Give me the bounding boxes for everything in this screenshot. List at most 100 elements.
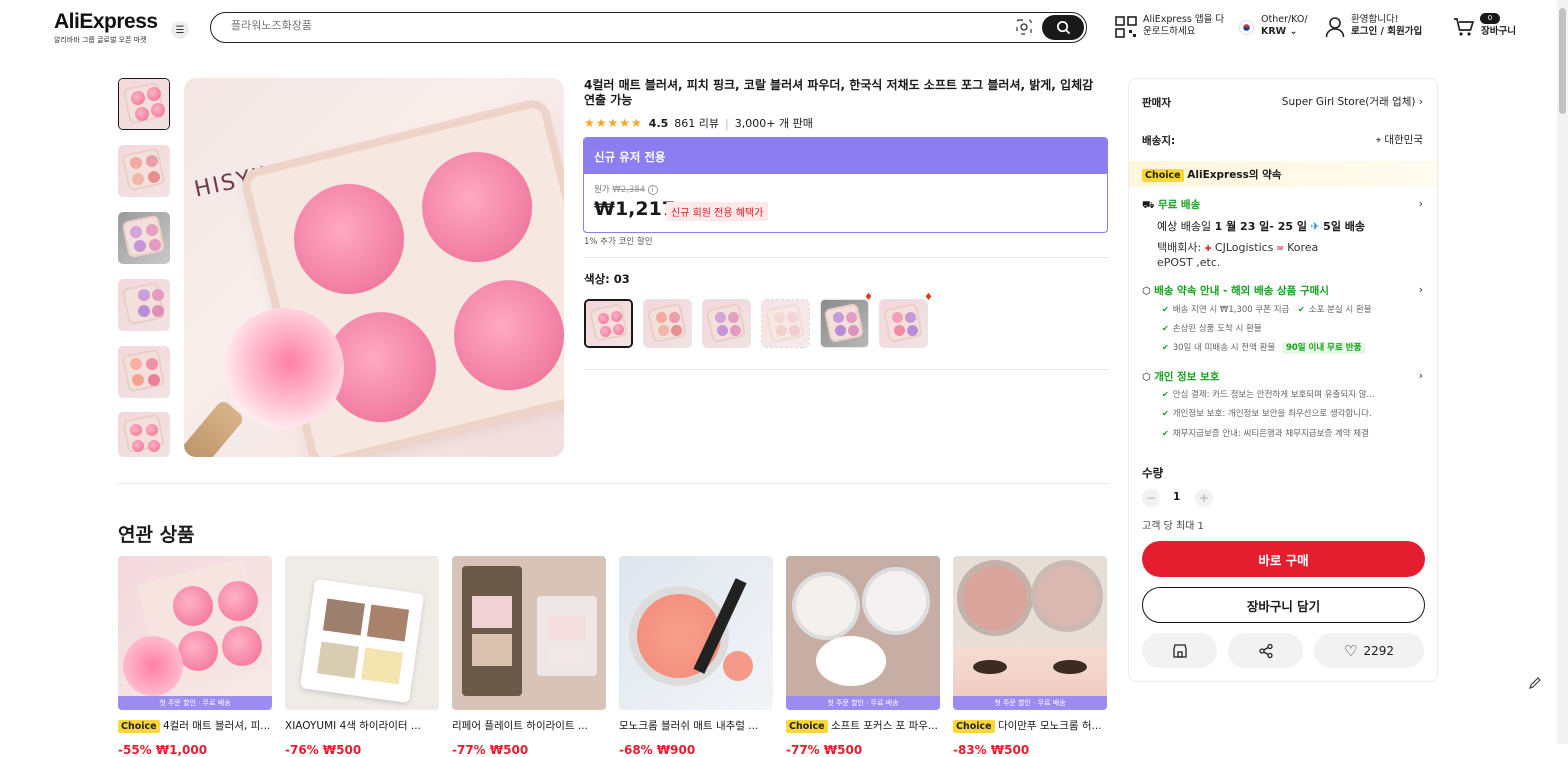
related-product-price: -77% ₩500	[452, 743, 529, 757]
related-product-card[interactable]: 모노크롬 블러쉬 매트 내추럴 ... -68% ₩900	[619, 556, 773, 757]
cart-icon[interactable]	[1453, 17, 1475, 41]
guarantee-item: ✔ 배송 지연 시 ₩1,300 쿠폰 지급 ✔ 소포 분실 시 환불	[1162, 303, 1372, 315]
account-link[interactable]: 환영합니다! 로그인 / 회원가입	[1351, 14, 1422, 38]
carrier-label: 택배회사:	[1157, 241, 1202, 254]
related-product-card[interactable]: 첫 주문 할인 · 무료 배송 Choice 소프트 포커스 포 파우... -…	[786, 556, 940, 757]
edit-icon[interactable]	[1528, 675, 1542, 694]
sale-price: ₩1,217	[594, 198, 676, 220]
thumbnail-6[interactable]	[118, 412, 170, 457]
check-icon: ✔	[1162, 429, 1169, 438]
buy-now-button[interactable]: 바로 구매	[1142, 541, 1425, 577]
camera-search-icon[interactable]	[1016, 19, 1032, 39]
menu-icon[interactable]: ☰	[171, 21, 189, 39]
related-product-card[interactable]: 첫 주문 할인 · 무료 배송 Choice 다이만푸 모노크롬 허... -8…	[953, 556, 1107, 757]
user-icon[interactable]	[1325, 16, 1345, 42]
per-customer-limit: 고객 당 최대 1	[1142, 521, 1204, 532]
related-product-card[interactable]: XIAOYUMI 4색 하이라이터 ... -76% ₩500	[285, 556, 439, 757]
quantity-value[interactable]: 1	[1173, 491, 1180, 503]
chevron-right-icon[interactable]: ›	[1419, 283, 1423, 296]
qr-icon[interactable]	[1115, 16, 1137, 42]
thumbnail-4[interactable]	[118, 279, 170, 331]
related-product-price: -68% ₩900	[619, 743, 696, 757]
thumbnail-1[interactable]	[118, 78, 170, 130]
check-icon: ✔	[1162, 324, 1169, 333]
guarantee-item: ✔ 손상된 상품 도착 시 환불	[1162, 322, 1262, 334]
color-variant-6[interactable]	[879, 299, 928, 348]
shield-check-icon: ⬡	[1142, 372, 1151, 383]
check-icon: ✔	[1162, 390, 1169, 399]
shield-icon: ⬡	[1142, 286, 1151, 297]
free-shipping-row[interactable]: ⛟ 무료 배송	[1142, 197, 1200, 213]
related-product-price: -83% ₩500	[953, 743, 1030, 757]
guarantee-row[interactable]: ⬡ 배송 약속 안내 - 해외 배송 상품 구매시	[1142, 283, 1329, 298]
logo-text: AliExpress	[54, 10, 158, 33]
scrollbar-thumb[interactable]	[1559, 8, 1566, 114]
promo-band: 첫 주문 할인 · 무료 배송	[953, 696, 1107, 710]
related-product-image[interactable]	[285, 556, 439, 710]
color-variant-1[interactable]	[584, 299, 633, 348]
wishlist-button[interactable]: ♡ 2292	[1314, 633, 1424, 668]
region-selector[interactable]: Other/KO/ KRW ⌄	[1261, 14, 1308, 38]
search-button[interactable]	[1042, 15, 1084, 40]
thumbnail-5[interactable]	[118, 346, 170, 398]
review-count[interactable]: 861 리뷰	[674, 115, 719, 131]
store-button[interactable]	[1142, 633, 1217, 668]
ship-to-label: 배송지:	[1142, 135, 1176, 147]
delivery-days: 5일 배송	[1323, 220, 1366, 233]
carrier-row: 택배회사: ✚ CJLogistics ✉ Korea	[1157, 239, 1318, 255]
related-product-card[interactable]: 리페어 플레이트 하이라이트 ... -77% ₩500	[452, 556, 606, 757]
free-shipping-label: 무료 배송	[1157, 199, 1201, 211]
color-variant-5[interactable]	[820, 299, 869, 348]
hot-flame-icon: ♦	[924, 292, 933, 303]
related-product-image[interactable]	[619, 556, 773, 710]
divider	[584, 369, 1108, 370]
search-input[interactable]	[231, 19, 991, 32]
color-variant-4[interactable]	[761, 299, 810, 348]
choice-badge: Choice	[786, 720, 828, 733]
cart-count-badge: 0	[1480, 13, 1500, 24]
privacy-item: ✔ 개인정보 보호: 개인정보 보안을 최우선으로 생각합니다.	[1162, 407, 1372, 419]
main-product-image[interactable]: HISYII	[184, 78, 564, 457]
related-product-image[interactable]: 첫 주문 할인 · 무료 배송	[953, 556, 1107, 710]
seller-link[interactable]: Super Girl Store(거래 업체) ›	[1282, 94, 1423, 109]
app-download-link[interactable]: AliExpress 앱을 다 운로드하세요	[1143, 14, 1224, 38]
app-download-line1: AliExpress 앱을 다	[1143, 14, 1225, 25]
promo-band: 첫 주문 할인 · 무료 배송	[786, 696, 940, 710]
quantity-label: 수량	[1142, 466, 1164, 480]
share-button[interactable]	[1228, 633, 1303, 668]
quantity-decrease-button[interactable]: −	[1142, 489, 1160, 507]
related-title-text: 다이만푸 모노크롬 허...	[997, 720, 1102, 732]
guarantee-item: ✔ 30일 내 미배송 시 전액 환불 90일 이내 무료 반품	[1162, 341, 1366, 354]
choice-promise-text: AliExpress의 약속	[1187, 169, 1282, 181]
thumbnail-2[interactable]	[118, 145, 170, 197]
ship-to-selector[interactable]: ⌖ 대한민국	[1376, 132, 1423, 147]
related-product-card[interactable]: 첫 주문 할인 · 무료 배송 Choice 4컬러 매트 블러셔, 피... …	[118, 556, 272, 757]
related-product-image[interactable]	[452, 556, 606, 710]
store-icon	[1172, 643, 1187, 658]
chevron-down-icon: ⌄	[1289, 26, 1298, 37]
privacy-row[interactable]: ⬡ 개인 정보 보호	[1142, 369, 1219, 384]
chevron-right-icon[interactable]: ›	[1419, 197, 1423, 210]
chevron-right-icon[interactable]: ›	[1419, 369, 1423, 382]
search-icon	[1056, 21, 1070, 35]
cart-label[interactable]: 장바구니	[1481, 26, 1516, 38]
new-user-price-badge: 신규 회원 전용 혜택가	[666, 202, 769, 221]
color-variant-2[interactable]	[643, 299, 692, 348]
related-product-price: -76% ₩500	[285, 743, 362, 757]
thumbnail-3[interactable]	[118, 212, 170, 264]
plane-icon: ✈	[1310, 220, 1320, 233]
check-icon: ✔	[1298, 305, 1305, 314]
guarantee-item-text: 소포 분실 시 환불	[1308, 305, 1372, 315]
quantity-increase-button[interactable]: +	[1195, 489, 1213, 507]
related-product-title: 모노크롬 블러쉬 매트 내추럴 ...	[619, 720, 759, 732]
related-products-title: 연관 상품	[118, 524, 195, 546]
add-to-cart-button[interactable]: 장바구니 담기	[1142, 587, 1425, 623]
info-icon[interactable]: i	[647, 185, 658, 195]
cj-logo-icon: ✚	[1204, 244, 1212, 253]
logo[interactable]: AliExpress 알리바바 그룹 글로벌 오픈 마켓	[54, 10, 158, 45]
product-title: 4컬러 매트 블러셔, 피치 핑크, 코랄 블러셔 파우더, 한국식 저채도 소…	[584, 78, 1094, 107]
related-product-image[interactable]: 첫 주문 할인 · 무료 배송	[786, 556, 940, 710]
promo-band: 첫 주문 할인 · 무료 배송	[118, 696, 272, 710]
related-product-image[interactable]: 첫 주문 할인 · 무료 배송	[118, 556, 272, 710]
color-variant-3[interactable]	[702, 299, 751, 348]
